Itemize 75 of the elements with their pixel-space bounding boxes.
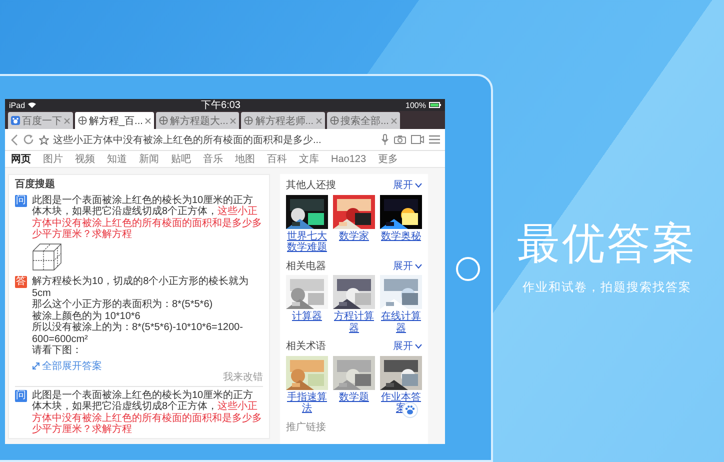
nav-link[interactable]: 图片 (43, 152, 63, 166)
caption-link[interactable]: 世界七大数学难题 (286, 230, 328, 254)
caption-link[interactable]: 手指速算法 (286, 392, 328, 414)
report-link[interactable]: 我来改错 (223, 372, 263, 384)
address-field[interactable]: 这些小正方体中没有被涂上红色的所有棱面的面积和是多少... (39, 132, 376, 147)
headline: 最优答案 (517, 219, 697, 269)
answer-line: 解方程棱长为10，切成的8个小正方形的棱长就为5cm (32, 276, 250, 298)
question-badge: 问 (15, 194, 27, 206)
close-icon[interactable] (390, 118, 397, 124)
caption-link[interactable]: 在线计算器 (380, 311, 422, 334)
caption-link[interactable]: 数学奥秘 (381, 230, 421, 242)
globe-icon (244, 116, 254, 125)
wifi-icon (28, 102, 36, 108)
answer-line: 所以没有被涂上的为：8*(5*5*6)-10*10*6=1200-600=600cm² (32, 322, 244, 344)
battery-icon (429, 102, 441, 108)
expand-link[interactable]: 全部展开答案 (32, 360, 102, 372)
close-icon[interactable] (64, 118, 70, 124)
tagline: 作业和试卷，拍题搜索找答案 (522, 279, 692, 296)
chevron-icon (415, 183, 422, 188)
star-icon (39, 134, 49, 144)
answer-line: 那么这个小正方形的表面积为：8*(5*5*6) (32, 299, 214, 310)
caption-link[interactable]: 数学题 (339, 392, 369, 403)
device-name: iPad (9, 100, 26, 110)
card-title: 百度搜题 (15, 179, 56, 190)
microphone-icon[interactable] (381, 134, 389, 145)
section-title: 相关电器 (286, 260, 326, 272)
answer-badge: 答 (15, 276, 27, 288)
close-icon[interactable] (316, 118, 322, 124)
tabs-icon[interactable] (411, 135, 424, 144)
paw-icon (11, 116, 20, 125)
nav-link[interactable]: 百科 (267, 152, 287, 166)
reload-icon[interactable] (23, 134, 34, 145)
caption-link[interactable]: 方程计算器 (333, 311, 375, 334)
close-icon[interactable] (144, 118, 151, 124)
cube-drawing (32, 242, 62, 270)
browser-tab[interactable]: 解方程_百... (75, 112, 154, 129)
close-icon[interactable] (230, 118, 236, 124)
nav-link[interactable]: 文库 (299, 152, 319, 166)
clock: 下午6:03 (200, 99, 242, 112)
expand-icon (32, 362, 40, 370)
nav-link[interactable]: Hao123 (331, 154, 366, 164)
expand-link[interactable]: 展开 (393, 341, 422, 352)
expand-link[interactable]: 展开 (393, 180, 422, 192)
nav-link[interactable]: 贴吧 (171, 152, 191, 166)
nav-link[interactable]: 更多 (378, 152, 398, 166)
answer-line: 请看下图： (32, 345, 83, 356)
answer-line: 被涂上颜色的为 10*10*6 (32, 310, 142, 322)
nav-link[interactable]: 知道 (107, 152, 127, 166)
nav-link[interactable]: 地图 (235, 152, 255, 166)
question-text: 此图是一个表面被涂上红色的棱长为10厘米的正方体木块，如果把它沿虚线切成8个正方体，这些小正方体中没有被涂上红色的所有棱面的面积和是多少多少平方厘米？求解方程 (32, 194, 263, 240)
section-title: 其他人还搜 (286, 180, 336, 192)
battery-level: 100% (406, 100, 426, 110)
globe-icon (158, 116, 168, 125)
caption-link[interactable]: 计算器 (292, 311, 322, 322)
globe-icon (78, 116, 87, 125)
question-badge: 问 (15, 390, 27, 402)
globe-icon (330, 116, 339, 125)
back-icon[interactable] (10, 134, 18, 146)
browser-tab[interactable]: 百度一下 (8, 112, 73, 129)
camera-icon[interactable] (394, 135, 406, 144)
nav-link[interactable]: 新闻 (139, 152, 159, 166)
question-text: 此图是一个表面被涂上红色的棱长为10厘米的正方体木块，如果把它沿虚线切成8个正方体，这些小正方体中没有被涂上红色的所有棱面的面积和是多少多少平方厘米？求解方程 (32, 390, 263, 436)
browser-tab[interactable]: 搜索全部... (326, 112, 400, 129)
caption-link[interactable]: 数学家 (339, 230, 369, 242)
section-title: 相关术语 (286, 341, 326, 352)
chevron-icon (415, 264, 422, 269)
expand-link[interactable]: 展开 (393, 260, 422, 272)
nav-link[interactable]: 视频 (75, 152, 95, 166)
browser-tab[interactable]: 解方程题大... (156, 112, 240, 129)
section-title: 推广链接 (286, 422, 327, 433)
browser-tab[interactable]: 解方程老师... (241, 112, 325, 129)
menu-icon[interactable] (429, 135, 440, 144)
nav-link[interactable]: 音乐 (203, 152, 223, 166)
nav-link[interactable]: 网页 (11, 152, 31, 166)
chevron-icon (415, 344, 422, 350)
